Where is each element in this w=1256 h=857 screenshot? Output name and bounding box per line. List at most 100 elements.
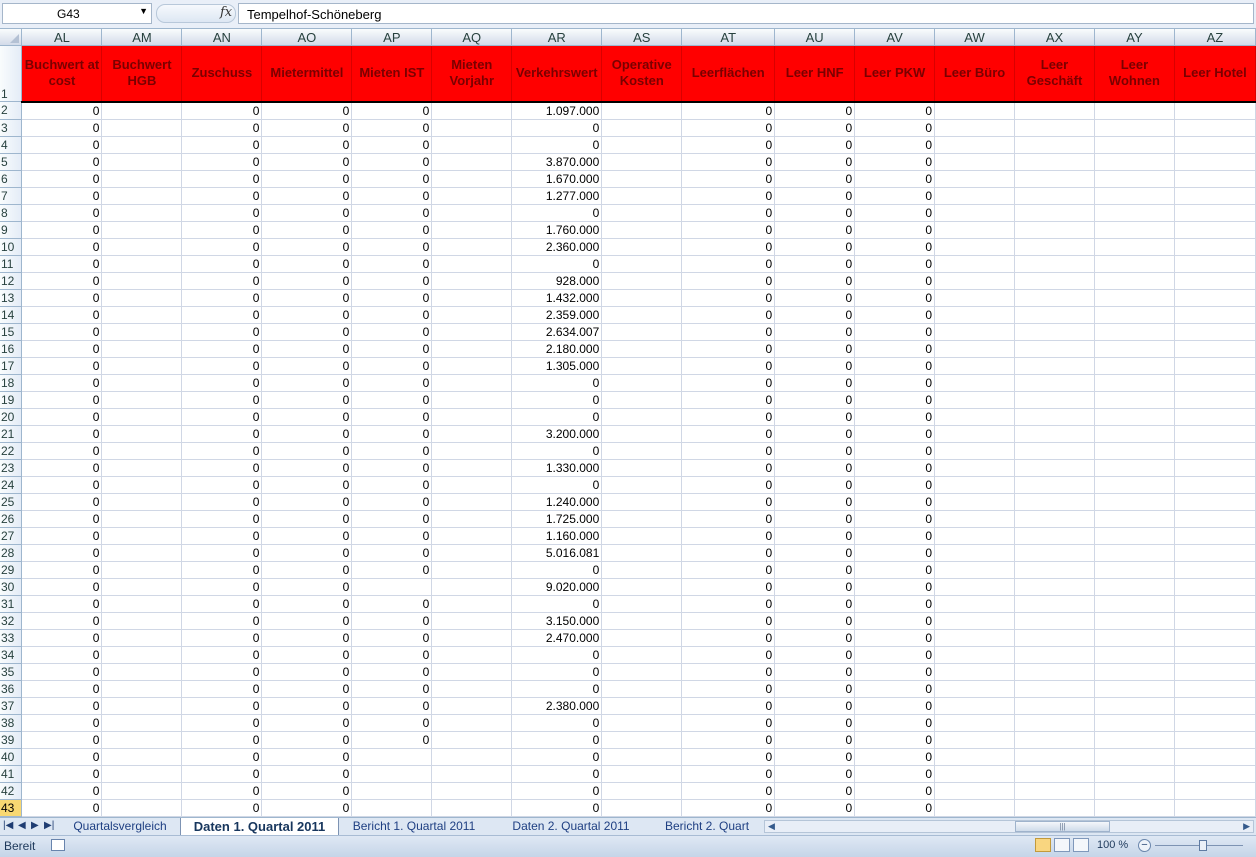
cell[interactable] — [101, 782, 183, 800]
cell[interactable] — [1094, 595, 1175, 613]
cell[interactable] — [1014, 323, 1095, 341]
cell[interactable] — [101, 255, 183, 273]
cell[interactable]: 0 — [21, 101, 103, 120]
cell[interactable]: 0 — [261, 289, 353, 307]
cell[interactable]: 0 — [511, 442, 603, 460]
cell[interactable] — [101, 714, 183, 732]
cell[interactable] — [934, 459, 1015, 477]
cell[interactable] — [601, 323, 683, 341]
cell[interactable] — [1094, 204, 1175, 222]
cell[interactable] — [601, 629, 683, 647]
cell[interactable]: 0 — [21, 204, 103, 222]
cell[interactable] — [601, 221, 683, 239]
header-cell[interactable]: Buchwert HGB — [101, 45, 183, 103]
cell[interactable]: 0 — [21, 714, 103, 732]
row-header[interactable]: 38 — [0, 714, 23, 732]
cell[interactable]: 0 — [774, 340, 856, 358]
cell[interactable]: 0 — [511, 391, 603, 409]
cell[interactable] — [431, 391, 513, 409]
cell[interactable]: 0 — [511, 646, 603, 664]
row-header[interactable]: 39 — [0, 731, 23, 749]
cell[interactable] — [934, 765, 1015, 783]
cell[interactable] — [601, 561, 683, 579]
cell[interactable] — [1174, 391, 1256, 409]
name-box[interactable]: G43 ▼ — [2, 3, 152, 24]
cell[interactable] — [601, 476, 683, 494]
cell[interactable] — [431, 136, 513, 154]
cell[interactable] — [1014, 374, 1095, 392]
cell[interactable]: 0 — [351, 493, 433, 511]
cell[interactable]: 0 — [774, 408, 856, 426]
cell[interactable] — [601, 101, 683, 120]
cell[interactable]: 0 — [774, 646, 856, 664]
cell[interactable] — [601, 340, 683, 358]
cell[interactable]: 0 — [681, 629, 776, 647]
cell[interactable]: 0 — [511, 765, 603, 783]
cell[interactable]: 0 — [181, 357, 263, 375]
cell[interactable]: 0 — [681, 459, 776, 477]
cell[interactable] — [1014, 357, 1095, 375]
cell[interactable] — [1174, 221, 1256, 239]
cell[interactable]: 0 — [681, 442, 776, 460]
cell[interactable]: 0 — [351, 510, 433, 528]
cell[interactable] — [1094, 731, 1175, 749]
cell[interactable] — [1094, 357, 1175, 375]
cell[interactable]: 0 — [681, 119, 776, 137]
cell[interactable]: 0 — [351, 153, 433, 171]
cell[interactable] — [101, 799, 183, 817]
cell[interactable] — [934, 323, 1015, 341]
cell[interactable]: 0 — [774, 782, 856, 800]
cell[interactable]: 0 — [181, 493, 263, 511]
cell[interactable]: 0 — [181, 646, 263, 664]
cell[interactable] — [934, 306, 1015, 324]
cell[interactable] — [1094, 663, 1175, 681]
cell[interactable]: 0 — [854, 459, 936, 477]
header-cell[interactable]: Leer HNF — [774, 45, 856, 103]
cell[interactable]: 0 — [261, 187, 353, 205]
row-header[interactable]: 6 — [0, 170, 23, 188]
column-header[interactable]: AN — [181, 29, 263, 46]
cell[interactable] — [1174, 119, 1256, 137]
cell[interactable] — [1094, 561, 1175, 579]
cell[interactable] — [1014, 561, 1095, 579]
cell[interactable]: 0 — [774, 663, 856, 681]
row-header[interactable]: 43 — [0, 799, 23, 817]
row-header[interactable]: 11 — [0, 255, 23, 273]
cell[interactable] — [1094, 782, 1175, 800]
cell[interactable] — [1014, 306, 1095, 324]
cell[interactable]: 1.725.000 — [511, 510, 603, 528]
cell[interactable] — [1014, 187, 1095, 205]
cell[interactable] — [601, 731, 683, 749]
scroll-right-icon[interactable]: ▶ — [1243, 821, 1250, 832]
cell[interactable] — [1094, 680, 1175, 698]
cell[interactable]: 1.305.000 — [511, 357, 603, 375]
cell[interactable]: 2.360.000 — [511, 238, 603, 256]
cell[interactable] — [1094, 612, 1175, 630]
cell[interactable]: 0 — [681, 578, 776, 596]
page-break-view-icon[interactable] — [1073, 838, 1089, 852]
cell[interactable]: 0 — [181, 442, 263, 460]
cell[interactable] — [934, 595, 1015, 613]
cell[interactable]: 0 — [681, 323, 776, 341]
cell[interactable] — [934, 272, 1015, 290]
cell[interactable] — [601, 255, 683, 273]
cell[interactable] — [351, 765, 433, 783]
cell[interactable] — [1094, 170, 1175, 188]
cell[interactable]: 0 — [181, 408, 263, 426]
cell[interactable] — [1094, 119, 1175, 137]
cell[interactable]: 0 — [261, 663, 353, 681]
cell[interactable]: 0 — [511, 799, 603, 817]
sheet-tab-bericht-q2[interactable]: Bericht 2. Quart — [651, 818, 757, 834]
cell[interactable] — [101, 306, 183, 324]
cell[interactable]: 0 — [21, 391, 103, 409]
sheet-tab-daten-q2[interactable]: Daten 2. Quartal 2011 — [496, 818, 646, 835]
cell[interactable]: 0 — [261, 408, 353, 426]
cell[interactable] — [1014, 153, 1095, 171]
cell[interactable] — [101, 136, 183, 154]
cell[interactable]: 1.760.000 — [511, 221, 603, 239]
cell[interactable] — [101, 204, 183, 222]
row-header[interactable]: 23 — [0, 459, 23, 477]
cell[interactable]: 0 — [351, 101, 433, 120]
cell[interactable] — [431, 306, 513, 324]
cell[interactable] — [101, 357, 183, 375]
